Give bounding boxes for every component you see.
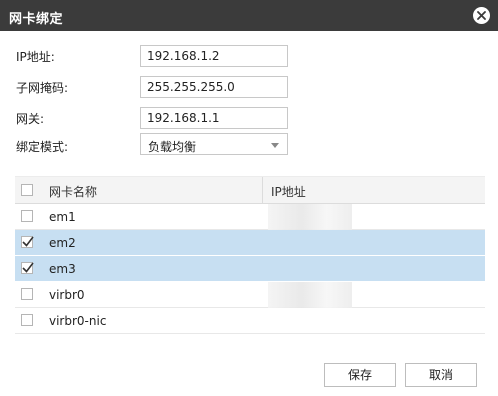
bond-mode-label: 绑定模式: bbox=[16, 140, 69, 154]
nic-name: em1 bbox=[49, 210, 76, 224]
bond-mode-select[interactable]: 负载均衡 bbox=[140, 133, 288, 155]
dialog-title: 网卡绑定 bbox=[9, 12, 64, 27]
nic-name: em3 bbox=[49, 262, 76, 276]
table-row[interactable]: em2 bbox=[15, 230, 485, 256]
row-checkbox[interactable] bbox=[21, 236, 34, 248]
close-icon bbox=[477, 11, 486, 20]
row-checkbox[interactable] bbox=[21, 288, 33, 300]
gateway-label: 网关: bbox=[16, 112, 45, 126]
mask-field-wrapper bbox=[140, 76, 288, 98]
row-checkbox[interactable] bbox=[21, 314, 33, 326]
column-divider bbox=[262, 177, 263, 203]
nic-binding-dialog: 网卡绑定 IP地址: 子网掩码: 网关: 绑定模式: 负载均衡 网卡名称 IP地… bbox=[0, 0, 498, 396]
table-header: 网卡名称 IP地址 bbox=[15, 176, 485, 204]
nic-name: virbr0-nic bbox=[49, 314, 107, 328]
bond-mode-value: 负载均衡 bbox=[148, 140, 197, 154]
nic-name: em2 bbox=[49, 236, 76, 250]
table-row[interactable]: virbr0-nic bbox=[15, 308, 485, 334]
table-row[interactable]: em3 bbox=[15, 256, 485, 282]
checkmark-icon bbox=[22, 262, 34, 273]
ip-address-input[interactable] bbox=[141, 46, 287, 66]
nic-table: 网卡名称 IP地址 em1 em2 em3 virbr0 virbr0-nic bbox=[15, 176, 485, 334]
ip-field-wrapper bbox=[140, 45, 288, 67]
checkmark-icon bbox=[22, 236, 34, 247]
subnet-mask-input[interactable] bbox=[141, 77, 287, 97]
table-row[interactable]: virbr0 bbox=[15, 282, 485, 312]
dialog-titlebar: 网卡绑定 bbox=[0, 0, 498, 31]
row-checkbox[interactable] bbox=[21, 262, 34, 274]
row-checkbox[interactable] bbox=[21, 210, 33, 222]
close-button[interactable] bbox=[473, 7, 490, 24]
column-header-nic-name[interactable]: 网卡名称 bbox=[49, 183, 97, 200]
ip-label: IP地址: bbox=[16, 50, 55, 64]
table-row[interactable]: em1 bbox=[15, 204, 485, 234]
chevron-down-icon bbox=[271, 143, 279, 148]
cancel-button[interactable]: 取消 bbox=[405, 363, 477, 387]
select-all-checkbox[interactable] bbox=[21, 184, 33, 196]
gateway-field-wrapper bbox=[140, 107, 288, 129]
subnet-mask-label: 子网掩码: bbox=[16, 81, 69, 95]
gateway-input[interactable] bbox=[141, 108, 287, 128]
column-header-ip[interactable]: IP地址 bbox=[271, 183, 306, 200]
nic-name: virbr0 bbox=[49, 288, 85, 302]
save-button[interactable]: 保存 bbox=[324, 363, 396, 387]
